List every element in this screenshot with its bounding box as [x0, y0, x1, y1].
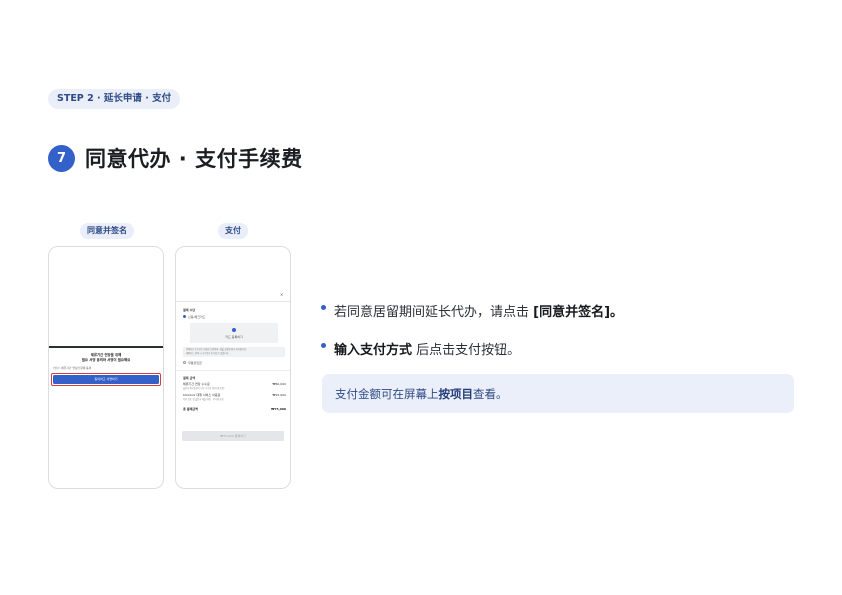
sheet-heading-2: 필요 서명 동의와 서명이 필요해요	[81, 358, 131, 362]
bullet-2-text: 输入支付方式 后点击支付按钮。	[334, 343, 521, 358]
payment-method-title: 결제 수단	[183, 308, 196, 312]
info-line-2: 해외카드 결제 시 수수료가 추가될 수 있습니다.	[186, 352, 230, 355]
fee2-value: ₩15,000	[272, 393, 286, 397]
close-icon[interactable]: ✕	[280, 293, 283, 297]
fee2-label: Klickbox 대행 서비스 이용료	[183, 393, 221, 397]
step-badge: STEP 2 · 延长申请 · 支付	[48, 89, 181, 109]
payment-amount-title: 결제 금액	[183, 376, 196, 380]
sheet-top-edge	[49, 346, 163, 348]
section-divider	[176, 370, 290, 371]
bullet-dot-icon	[321, 305, 326, 310]
sheet-heading-1: 체류기간 연장을 위해	[90, 353, 122, 357]
header-divider	[176, 301, 290, 302]
fee1-value: ₩60,000	[272, 382, 286, 386]
dimmed-area	[49, 247, 163, 346]
bullet-1-text: 若同意居留期间延长代办，请点击 [同意并签名]。	[334, 305, 624, 320]
pay-button[interactable]: ₩75,000 결제하기	[182, 431, 284, 441]
fee1-sub: 출입국·외국인관서 납부 수수료 (인지세 포함)	[183, 387, 225, 390]
section-title: 同意代办 · 支付手续费	[85, 147, 303, 171]
section-number: 7	[48, 144, 75, 172]
radio-card-label: 신용/체크카드	[188, 315, 206, 319]
section-title-row: 7 同意代办 · 支付手续费	[48, 143, 303, 173]
agree-sign-button[interactable]: 동의하고 서명하기	[53, 375, 159, 384]
plus-icon	[232, 328, 236, 332]
radio-card-icon[interactable]	[183, 315, 186, 318]
left-phone-label: 同意并签名	[80, 223, 134, 239]
card-add-label: 카드 등록하기	[225, 335, 243, 339]
radio-bank-icon[interactable]	[183, 361, 186, 364]
right-phone-mockup: ✕ 결제 수단 신용/체크카드 카드 등록하기 결제하신 수수료는 대행료 포함…	[175, 246, 291, 489]
fee2-sub: 서류 검토 및 출입국 제출 대행 · 부가세 포함	[183, 398, 224, 401]
radio-bank-label: 무통장입금	[188, 361, 202, 365]
left-phone-mockup: 체류기간 연장을 위해 필요 서명 동의와 서명이 필요해요 (필수) 체류기간…	[48, 246, 164, 489]
total-value: ₩75,000	[271, 407, 286, 411]
consent-checkbox[interactable]: (필수) 체류기간 연장신청에 동의	[53, 366, 91, 370]
right-phone-label: 支付	[218, 223, 248, 239]
bullet-1: 若同意居留期间延长代办，请点击 [同意并签名]。	[321, 301, 623, 320]
note-box: 支付金额可在屏幕上 按项目 查看。	[322, 374, 794, 413]
total-label: 총 결제금액	[183, 407, 198, 411]
info-box: 결제하신 수수료는 대행료 포함이며, 환불 규정에 따라 처리됩니다. 해외카…	[183, 347, 285, 357]
fee1-label: 체류기간 연장 수수료	[183, 382, 210, 386]
bullet-dot-icon	[321, 343, 326, 348]
bullet-2: 输入支付方式 后点击支付按钮。	[321, 339, 520, 358]
card-add-area[interactable]: 카드 등록하기	[190, 323, 278, 343]
